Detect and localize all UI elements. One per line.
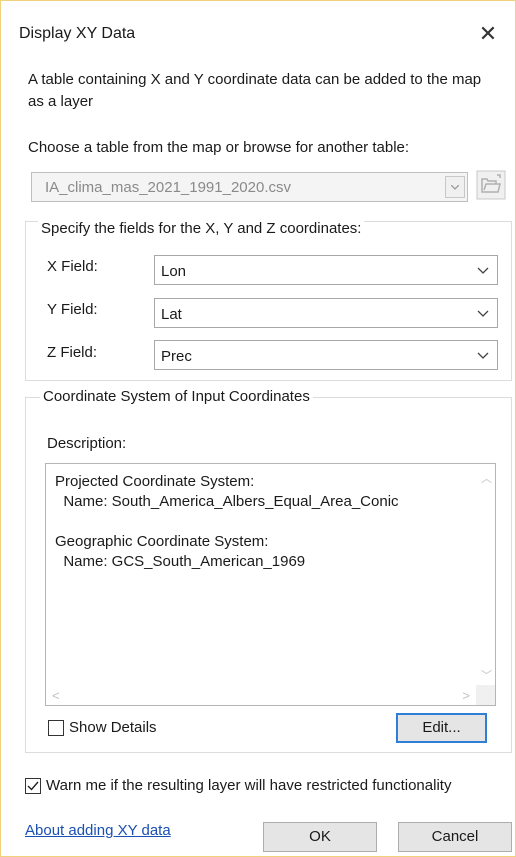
show-details-checkbox[interactable]: [48, 720, 64, 736]
scroll-up-icon[interactable]: ︿: [481, 470, 492, 486]
description-text: Projected Coordinate System: Name: South…: [55, 473, 399, 570]
z-field-label: Z Field:: [47, 344, 98, 361]
scroll-right-icon[interactable]: >: [462, 688, 470, 703]
choose-table-label: Choose a table from the map or browse fo…: [28, 139, 410, 156]
show-details-label: Show Details: [69, 719, 157, 736]
table-select-value: IA_clima_mas_2021_1991_2020.csv: [45, 179, 291, 196]
description-box[interactable]: Projected Coordinate System: Name: South…: [45, 463, 496, 706]
scroll-left-icon[interactable]: <: [52, 688, 60, 703]
description-label: Description:: [47, 435, 127, 452]
checkmark-icon: [27, 781, 39, 791]
chevron-down-icon: [477, 310, 489, 317]
table-select-dropdown-button[interactable]: [445, 176, 465, 198]
scroll-corner: [476, 685, 495, 705]
intro-text: A table containing X and Y coordinate da…: [28, 71, 482, 110]
scroll-down-icon[interactable]: ﹀: [481, 667, 492, 683]
title-bar: Display XY Data ✕: [1, 1, 515, 63]
close-icon[interactable]: ✕: [471, 17, 505, 51]
vertical-scrollbar[interactable]: ︿ ﹀: [476, 464, 495, 685]
browse-folder-icon[interactable]: [476, 170, 506, 200]
coordinate-system-group-label: Coordinate System of Input Coordinates: [40, 388, 313, 405]
about-adding-xy-data-link[interactable]: About adding XY data: [25, 822, 171, 839]
chevron-down-icon: [477, 267, 489, 274]
y-field-value: Lat: [161, 306, 182, 323]
z-field-select[interactable]: Prec: [154, 340, 498, 370]
warn-checkbox-label: Warn me if the resulting layer will have…: [46, 777, 452, 794]
ok-button[interactable]: OK: [263, 822, 377, 852]
cancel-button[interactable]: Cancel: [398, 822, 512, 852]
chevron-down-icon: [477, 352, 489, 359]
horizontal-scrollbar[interactable]: < >: [46, 685, 476, 705]
y-field-label: Y Field:: [47, 301, 98, 318]
chevron-down-icon: [451, 185, 459, 190]
edit-button[interactable]: Edit...: [396, 713, 487, 743]
x-field-select[interactable]: Lon: [154, 255, 498, 285]
z-field-value: Prec: [161, 348, 192, 365]
y-field-select[interactable]: Lat: [154, 298, 498, 328]
table-select[interactable]: IA_clima_mas_2021_1991_2020.csv: [31, 172, 468, 202]
x-field-value: Lon: [161, 263, 187, 280]
fields-group-label: Specify the fields for the X, Y and Z co…: [38, 220, 365, 237]
warn-checkbox[interactable]: [25, 778, 41, 794]
dialog-title: Display XY Data: [19, 25, 136, 42]
display-xy-data-dialog: Display XY Data ✕ A table containing X a…: [0, 0, 516, 857]
x-field-label: X Field:: [47, 258, 98, 275]
